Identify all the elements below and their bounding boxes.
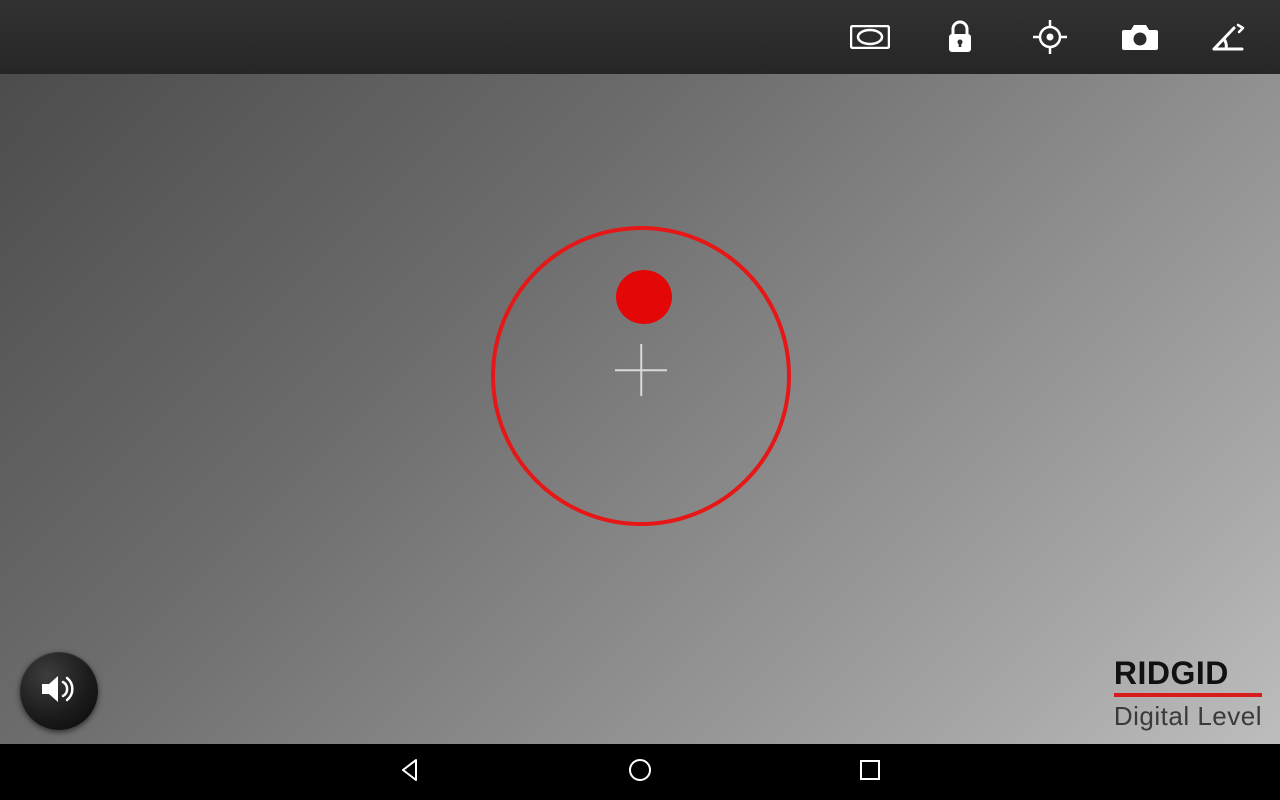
brand-subtitle: Digital Level [1114,701,1262,732]
nav-recent-button[interactable] [855,757,885,787]
lock-button[interactable] [940,17,980,57]
level-surface: RIDGID Digital Level [0,74,1280,744]
top-toolbar [0,0,1280,74]
home-icon [627,757,653,788]
vignette-button[interactable] [850,17,890,57]
recent-icon [858,758,882,787]
speaker-icon [39,672,79,711]
camera-icon [1121,22,1159,52]
calibrate-button[interactable] [1030,17,1070,57]
target-icon [1033,20,1067,54]
level-bubble [616,270,672,324]
angle-icon [1212,22,1248,52]
brand-name: RIDGID [1114,657,1262,697]
android-navbar [0,744,1280,800]
nav-home-button[interactable] [625,757,655,787]
vignette-icon [850,25,890,49]
sound-toggle-button[interactable] [20,652,98,730]
camera-button[interactable] [1120,17,1160,57]
lock-icon [946,20,974,54]
back-icon [397,757,423,788]
nav-back-button[interactable] [395,757,425,787]
brand-block: RIDGID Digital Level [1114,657,1262,732]
angle-button[interactable] [1210,17,1250,57]
